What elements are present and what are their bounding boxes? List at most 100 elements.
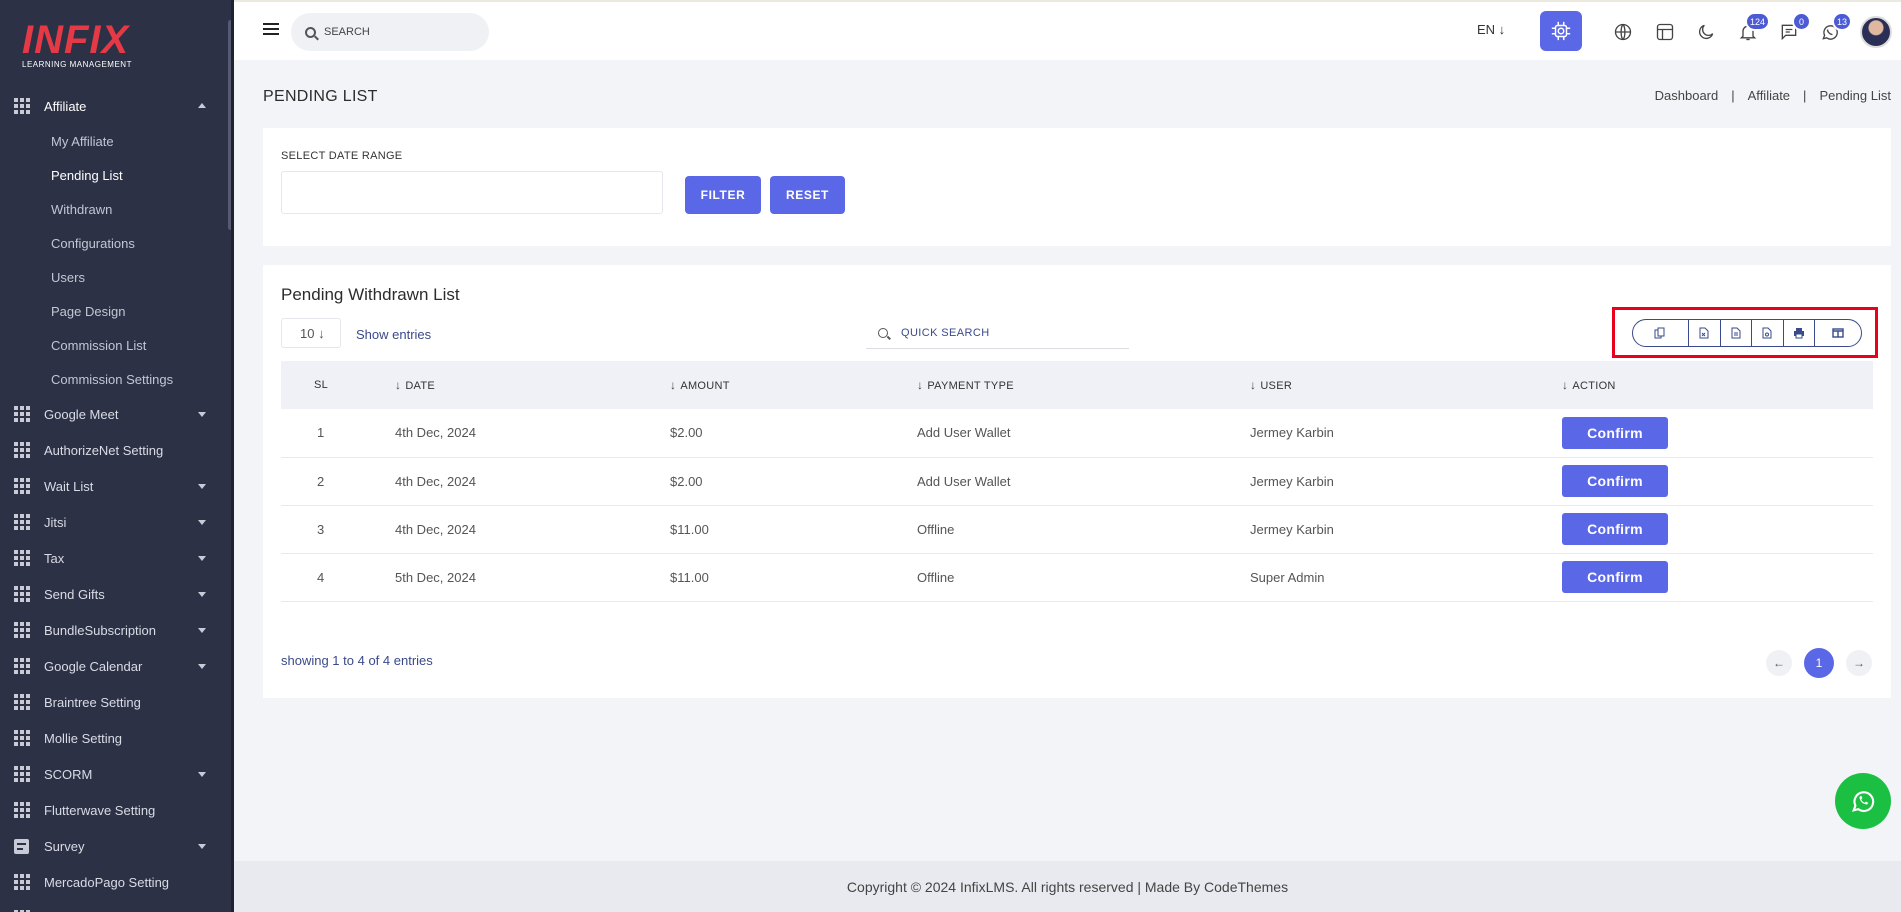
quick-search-input[interactable] bbox=[901, 326, 1101, 339]
list-title: Pending Withdrawn List bbox=[281, 285, 460, 304]
submenu-item[interactable]: My Affiliate bbox=[0, 124, 228, 158]
page-size-select[interactable]: 10 ↓ bbox=[281, 318, 341, 348]
caret-down-icon bbox=[198, 412, 206, 417]
submenu-item[interactable]: Commission List bbox=[0, 328, 228, 362]
pending-withdrawn-card: Pending Withdrawn List 10 ↓ Show entries bbox=[263, 265, 1891, 698]
submenu-item[interactable]: Page Design bbox=[0, 294, 228, 328]
column-header-user[interactable]: ↓ USER bbox=[1250, 361, 1562, 409]
globe-icon[interactable] bbox=[1611, 20, 1635, 44]
sidebar-item-label: Google Meet bbox=[44, 406, 119, 422]
sidebar-item[interactable]: Braintree Setting bbox=[0, 684, 228, 720]
submenu-item[interactable]: Configurations bbox=[0, 226, 228, 260]
excel-button[interactable] bbox=[1689, 320, 1721, 346]
submenu-item[interactable]: Withdrawn bbox=[0, 192, 228, 226]
cell-user: Super Admin bbox=[1250, 553, 1562, 602]
column-header-action[interactable]: ↓ ACTION bbox=[1562, 361, 1873, 409]
cell-action: Confirm bbox=[1562, 553, 1873, 602]
cell-sl: 2 bbox=[281, 457, 395, 506]
cell-amount: $11.00 bbox=[670, 505, 917, 554]
copy-icon bbox=[1654, 327, 1665, 339]
whatsapp-chat-button[interactable] bbox=[1835, 773, 1891, 829]
sidebar-item[interactable]: Flutterwave Setting bbox=[0, 792, 228, 828]
column-header-label: AMOUNT bbox=[680, 380, 730, 392]
column-header-payment-type[interactable]: ↓ PAYMENT TYPE bbox=[917, 361, 1250, 409]
confirm-button[interactable]: Confirm bbox=[1562, 561, 1668, 593]
sidebar-item[interactable]: Wait List bbox=[0, 468, 228, 504]
search-input[interactable] bbox=[324, 26, 474, 38]
confirm-button[interactable]: Confirm bbox=[1562, 416, 1668, 449]
print-button[interactable] bbox=[1784, 320, 1816, 346]
cell-amount: $11.00 bbox=[670, 553, 917, 602]
sidebar-item[interactable]: AuthorizeNet Setting bbox=[0, 432, 228, 468]
table-row: 3 4th Dec, 2024 $11.00 Offline Jermey Karbin… bbox=[281, 505, 1873, 554]
pdf-button[interactable] bbox=[1752, 320, 1784, 346]
layout-icon[interactable] bbox=[1653, 20, 1677, 44]
breadcrumb-dashboard[interactable]: Dashboard bbox=[1655, 88, 1719, 103]
cell-payment-type: Offline bbox=[917, 505, 1250, 554]
sidebar-edge bbox=[231, 0, 234, 912]
reset-button[interactable]: RESET bbox=[770, 176, 845, 214]
sort-arrow-icon: ↓ bbox=[395, 378, 402, 392]
hamburger-menu-icon[interactable] bbox=[263, 23, 279, 35]
sidebar-item[interactable]: SCORM bbox=[0, 756, 228, 792]
columns-icon bbox=[1832, 328, 1844, 338]
filter-button[interactable]: FILTER bbox=[685, 176, 761, 214]
csv-button[interactable] bbox=[1721, 320, 1753, 346]
confirm-button[interactable]: Confirm bbox=[1562, 513, 1668, 545]
sidebar-item[interactable]: Tax bbox=[0, 540, 228, 576]
grid-icon bbox=[14, 874, 30, 890]
caret-down-icon bbox=[198, 664, 206, 669]
caret-down-icon bbox=[198, 628, 206, 633]
logo[interactable]: INFIX LEARNING MANAGEMENT bbox=[22, 20, 132, 69]
sidebar-item-label: BundleSubscription bbox=[44, 622, 157, 638]
sidebar-item[interactable]: Google Meet bbox=[0, 396, 228, 432]
column-header-sl[interactable]: SL bbox=[281, 361, 395, 409]
bell-icon[interactable]: 124 bbox=[1736, 12, 1770, 44]
sidebar-item[interactable]: Jitsi bbox=[0, 504, 228, 540]
previous-page-icon[interactable]: ← bbox=[1766, 650, 1792, 676]
next-page-icon[interactable]: → bbox=[1846, 650, 1872, 676]
breadcrumb-affiliate[interactable]: Affiliate bbox=[1748, 88, 1790, 103]
cell-action: Confirm bbox=[1562, 409, 1873, 458]
cell-amount: $2.00 bbox=[670, 409, 917, 458]
breadcrumb: Dashboard | Affiliate | Pending List bbox=[1655, 88, 1891, 103]
grid-icon bbox=[14, 802, 30, 818]
column-header-label: USER bbox=[1260, 380, 1293, 392]
user-avatar[interactable] bbox=[1860, 16, 1892, 48]
submenu-item[interactable]: Users bbox=[0, 260, 228, 294]
whatsapp-icon[interactable]: 13 bbox=[1818, 12, 1852, 44]
column-visibility-button[interactable] bbox=[1815, 320, 1861, 346]
sidebar-item-label: SCORM bbox=[44, 766, 93, 782]
chat-icon[interactable]: 0 bbox=[1777, 12, 1811, 44]
sidebar-item-affiliate[interactable]: Affiliate bbox=[0, 88, 228, 124]
global-search[interactable] bbox=[291, 13, 489, 51]
submenu-item[interactable]: Pending List bbox=[0, 158, 228, 192]
sidebar-item[interactable]: Send Gifts bbox=[0, 576, 228, 612]
language-selector[interactable]: EN ↓ bbox=[1477, 22, 1505, 37]
breadcrumb-separator: | bbox=[1731, 88, 1735, 103]
column-header-date[interactable]: ↓ DATE bbox=[395, 361, 670, 409]
grid-icon bbox=[14, 622, 30, 638]
submenu-item[interactable]: Commission Settings bbox=[0, 362, 228, 396]
table-row: 1 4th Dec, 2024 $2.00 Add User Wallet Jermey… bbox=[281, 409, 1873, 458]
sidebar-item[interactable]: Survey bbox=[0, 828, 228, 864]
confirm-button[interactable]: Confirm bbox=[1562, 465, 1668, 497]
page-number-button[interactable]: 1 bbox=[1804, 648, 1834, 678]
sidebar-item-label: AuthorizeNet Setting bbox=[44, 442, 164, 458]
cell-user: Jermey Karbin bbox=[1250, 505, 1562, 554]
grid-icon bbox=[14, 478, 30, 494]
date-range-input[interactable] bbox=[281, 171, 663, 214]
moon-icon[interactable] bbox=[1694, 20, 1718, 44]
showing-entries-text: showing 1 to 4 of 4 entries bbox=[281, 653, 433, 668]
sidebar-item[interactable]: Google Calendar bbox=[0, 648, 228, 684]
copy-button[interactable] bbox=[1633, 320, 1689, 346]
quick-search[interactable] bbox=[866, 317, 1129, 349]
sidebar-item[interactable]: Mollie Setting bbox=[0, 720, 228, 756]
sidebar-item[interactable]: MercadoPago Setting bbox=[0, 864, 228, 900]
sidebar-item[interactable]: BundleSubscription bbox=[0, 612, 228, 648]
sidebar-menu: Affiliate My Affiliate Pending List Withdr… bbox=[0, 88, 228, 912]
sidebar-item[interactable]: Skill And Pathway bbox=[0, 900, 228, 912]
column-header-label: DATE bbox=[405, 380, 436, 392]
settings-chip-icon[interactable] bbox=[1540, 11, 1582, 51]
column-header-amount[interactable]: ↓ AMOUNT bbox=[670, 361, 917, 409]
